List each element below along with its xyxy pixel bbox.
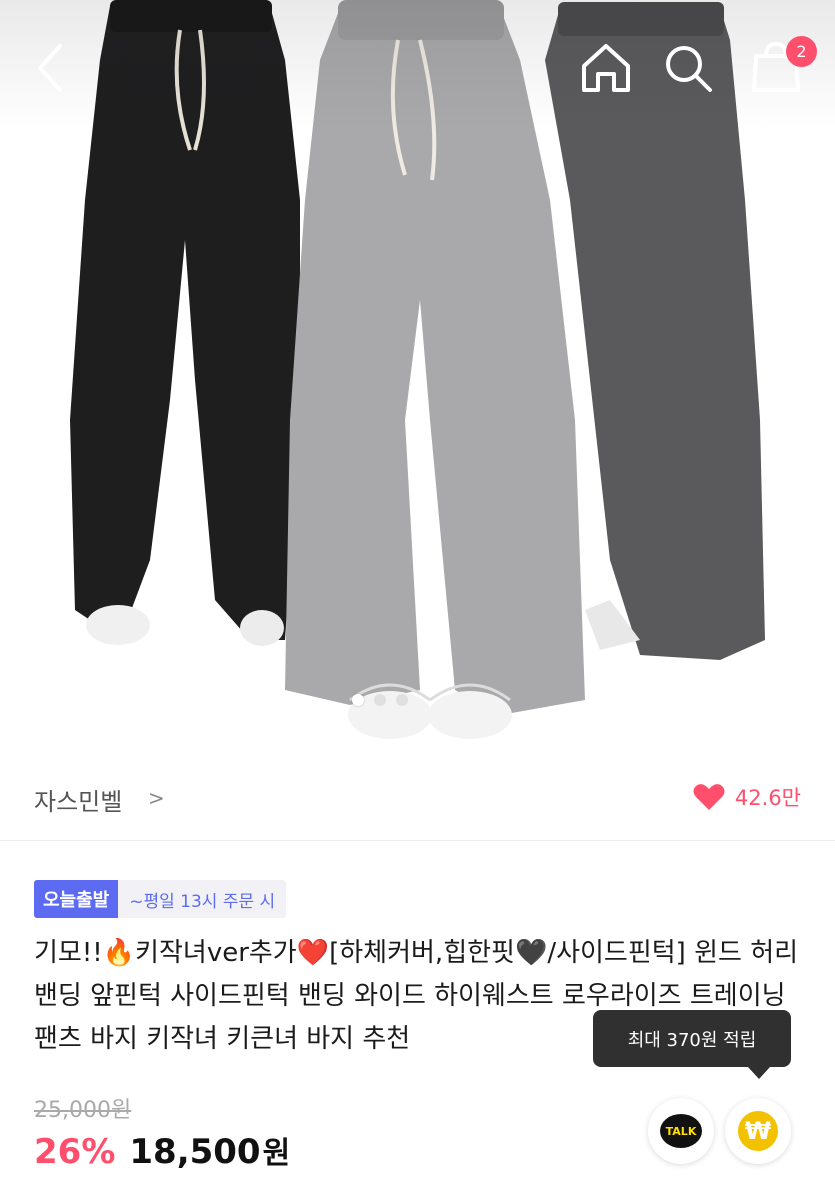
coin-symbol: ₩ <box>744 1117 772 1145</box>
search-button[interactable] <box>660 40 716 96</box>
brand-name-link[interactable]: 자스민벨 <box>34 782 122 817</box>
cart-count-badge: 2 <box>786 36 817 67</box>
original-price: 25,000원 <box>34 1098 132 1123</box>
back-button[interactable] <box>28 40 76 96</box>
chevron-right-icon: > <box>148 786 165 810</box>
gallery-dot-active[interactable] <box>352 694 364 706</box>
talk-label: TALK <box>665 1124 697 1138</box>
brand-row: 자스민벨 > 42.6만 <box>0 760 835 841</box>
sale-price: 18,500 <box>129 1132 261 1172</box>
gallery-dot[interactable] <box>374 694 386 706</box>
same-day-shipping-badge: 오늘출발 <box>34 880 119 918</box>
gallery-pagination <box>352 694 408 710</box>
product-image-gallery[interactable]: 2 <box>0 0 835 755</box>
shipping-condition-text: ~평일 13시 주문 시 <box>118 880 287 918</box>
search-icon <box>666 46 712 92</box>
point-reward-button[interactable]: ₩ <box>725 1098 791 1164</box>
price-currency-unit: 원 <box>262 1136 291 1171</box>
point-reward-tooltip: 최대 370원 적립 <box>593 1010 791 1079</box>
home-icon <box>582 44 630 92</box>
gallery-dot[interactable] <box>396 694 408 706</box>
discount-rate: 26% <box>34 1132 116 1172</box>
home-button[interactable] <box>578 40 634 96</box>
talk-icon: TALK <box>660 1114 702 1148</box>
like-button[interactable]: 42.6만 <box>693 782 801 812</box>
chevron-left-icon <box>38 44 62 92</box>
price-row: 26% 18,500 원 <box>34 1128 290 1172</box>
heart-icon <box>693 784 725 810</box>
like-count: 42.6만 <box>734 786 801 810</box>
coin-icon: ₩ <box>738 1111 778 1151</box>
shipping-badge-group: 오늘출발 ~평일 13시 주문 시 <box>34 880 287 918</box>
product-photo <box>70 0 765 739</box>
kakao-talk-button[interactable]: TALK <box>648 1098 714 1164</box>
